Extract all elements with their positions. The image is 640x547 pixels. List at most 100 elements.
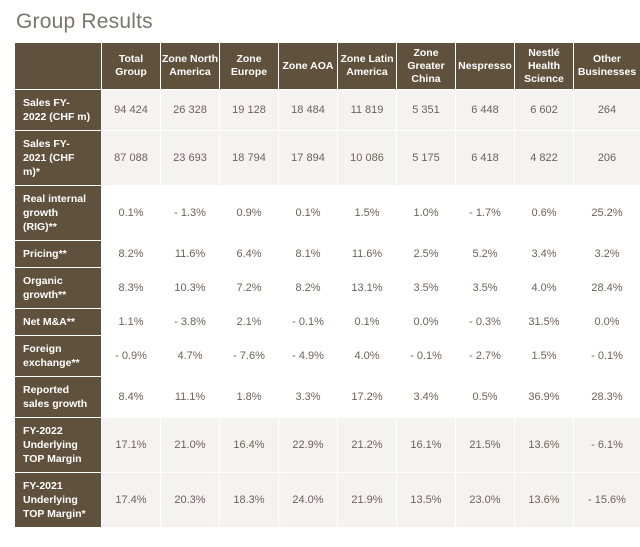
cell-r0-c5: 5 351: [397, 90, 455, 130]
cell-r6-c8: - 0.1%: [574, 336, 640, 376]
table-row: FY-2022 Underlying TOP Margin 17.1% 21.0% 1…: [15, 418, 640, 472]
cell-r6-c3: - 4.9%: [279, 336, 337, 376]
cell-r5-c3: - 0.1%: [279, 309, 337, 335]
row-label-0: Sales FY-2022 (CHF m): [15, 90, 101, 130]
cell-r5-c0: 1.1%: [102, 309, 160, 335]
column-header-4: Zone Latin America: [338, 43, 396, 89]
cell-r8-c4: 21.2%: [338, 418, 396, 472]
table-row: Pricing** 8.2% 11.6% 6.4% 8.1% 11.6% 2.5% 5.2% 3…: [15, 241, 640, 267]
cell-r6-c1: 4.7%: [161, 336, 219, 376]
header-row: Total Group Zone North America Zone Europe…: [15, 43, 640, 89]
cell-r9-c3: 24.0%: [279, 473, 337, 527]
cell-r7-c7: 36.9%: [515, 377, 573, 417]
cell-r0-c8: 264: [574, 90, 640, 130]
cell-r2-c1: - 1.3%: [161, 186, 219, 240]
table-row: Real internal growth (RIG)** 0.1% - 1.3% 0.…: [15, 186, 640, 240]
cell-r4-c3: 8.2%: [279, 268, 337, 308]
cell-r7-c6: 0.5%: [456, 377, 514, 417]
results-table-container: Total Group Zone North America Zone Europe…: [0, 42, 640, 528]
cell-r0-c6: 6 448: [456, 90, 514, 130]
row-label-8: FY-2022 Underlying TOP Margin: [15, 418, 101, 472]
cell-r8-c3: 22.9%: [279, 418, 337, 472]
cell-r4-c2: 7.2%: [220, 268, 278, 308]
header-corner-cell: [15, 43, 101, 89]
cell-r7-c0: 8.4%: [102, 377, 160, 417]
row-label-4: Organic growth**: [15, 268, 101, 308]
cell-r1-c1: 23 693: [161, 131, 219, 185]
table-row: Reported sales growth 8.4% 11.1% 1.8% 3.3% 17…: [15, 377, 640, 417]
cell-r5-c7: 31.5%: [515, 309, 573, 335]
cell-r5-c2: 2.1%: [220, 309, 278, 335]
cell-r8-c0: 17.1%: [102, 418, 160, 472]
cell-r0-c7: 6 602: [515, 90, 573, 130]
column-header-8: Other Businesses: [574, 43, 640, 89]
cell-r1-c3: 17 894: [279, 131, 337, 185]
column-header-2: Zone Europe: [220, 43, 278, 89]
cell-r8-c7: 13.6%: [515, 418, 573, 472]
cell-r3-c5: 2.5%: [397, 241, 455, 267]
cell-r1-c4: 10 086: [338, 131, 396, 185]
row-label-6: Foreign exchange**: [15, 336, 101, 376]
cell-r2-c4: 1.5%: [338, 186, 396, 240]
cell-r0-c0: 94 424: [102, 90, 160, 130]
cell-r7-c3: 3.3%: [279, 377, 337, 417]
row-label-1: Sales FY-2021 (CHF m)*: [15, 131, 101, 185]
cell-r7-c5: 3.4%: [397, 377, 455, 417]
cell-r1-c0: 87 088: [102, 131, 160, 185]
cell-r3-c1: 11.6%: [161, 241, 219, 267]
row-label-2: Real internal growth (RIG)**: [15, 186, 101, 240]
cell-r6-c6: - 2.7%: [456, 336, 514, 376]
cell-r3-c3: 8.1%: [279, 241, 337, 267]
cell-r1-c6: 6 418: [456, 131, 514, 185]
table-header: Total Group Zone North America Zone Europe…: [15, 43, 640, 89]
cell-r2-c6: - 1.7%: [456, 186, 514, 240]
cell-r9-c6: 23.0%: [456, 473, 514, 527]
row-label-5: Net M&A**: [15, 309, 101, 335]
cell-r4-c4: 13.1%: [338, 268, 396, 308]
column-header-7: Nestlé Health Science: [515, 43, 573, 89]
cell-r1-c7: 4 822: [515, 131, 573, 185]
cell-r4-c1: 10.3%: [161, 268, 219, 308]
cell-r7-c2: 1.8%: [220, 377, 278, 417]
cell-r7-c4: 17.2%: [338, 377, 396, 417]
cell-r6-c2: - 7.6%: [220, 336, 278, 376]
cell-r3-c0: 8.2%: [102, 241, 160, 267]
cell-r7-c8: 28.3%: [574, 377, 640, 417]
column-header-6: Nespresso: [456, 43, 514, 89]
cell-r2-c7: 0.6%: [515, 186, 573, 240]
table-body: Sales FY-2022 (CHF m) 94 424 26 328 19 128 1…: [15, 90, 640, 527]
cell-r5-c4: 0.1%: [338, 309, 396, 335]
cell-r5-c1: - 3.8%: [161, 309, 219, 335]
page-title: Group Results: [16, 10, 153, 33]
cell-r2-c8: 25.2%: [574, 186, 640, 240]
cell-r9-c7: 13.6%: [515, 473, 573, 527]
column-header-5: Zone Greater China: [397, 43, 455, 89]
cell-r9-c8: - 15.6%: [574, 473, 640, 527]
cell-r3-c6: 5.2%: [456, 241, 514, 267]
cell-r3-c7: 3.4%: [515, 241, 573, 267]
cell-r3-c2: 6.4%: [220, 241, 278, 267]
cell-r6-c5: - 0.1%: [397, 336, 455, 376]
cell-r5-c6: - 0.3%: [456, 309, 514, 335]
cell-r4-c8: 28.4%: [574, 268, 640, 308]
cell-r9-c4: 21.9%: [338, 473, 396, 527]
cell-r8-c5: 16.1%: [397, 418, 455, 472]
cell-r2-c0: 0.1%: [102, 186, 160, 240]
cell-r6-c0: - 0.9%: [102, 336, 160, 376]
cell-r0-c1: 26 328: [161, 90, 219, 130]
cell-r1-c5: 5 175: [397, 131, 455, 185]
row-label-3: Pricing**: [15, 241, 101, 267]
table-row: FY-2021 Underlying TOP Margin* 17.4% 20.3%…: [15, 473, 640, 527]
column-header-1: Zone North America: [161, 43, 219, 89]
cell-r8-c1: 21.0%: [161, 418, 219, 472]
table-row: Organic growth** 8.3% 10.3% 7.2% 8.2% 13.1% 3.…: [15, 268, 640, 308]
table-row: Net M&A** 1.1% - 3.8% 2.1% - 0.1% 0.1% 0.0% - 0…: [15, 309, 640, 335]
cell-r1-c2: 18 794: [220, 131, 278, 185]
table-row: Sales FY-2022 (CHF m) 94 424 26 328 19 128 1…: [15, 90, 640, 130]
cell-r6-c4: 4.0%: [338, 336, 396, 376]
cell-r8-c6: 21.5%: [456, 418, 514, 472]
cell-r2-c5: 1.0%: [397, 186, 455, 240]
column-header-3: Zone AOA: [279, 43, 337, 89]
cell-r3-c4: 11.6%: [338, 241, 396, 267]
table-row: Foreign exchange** - 0.9% 4.7% - 7.6% - 4.9%…: [15, 336, 640, 376]
